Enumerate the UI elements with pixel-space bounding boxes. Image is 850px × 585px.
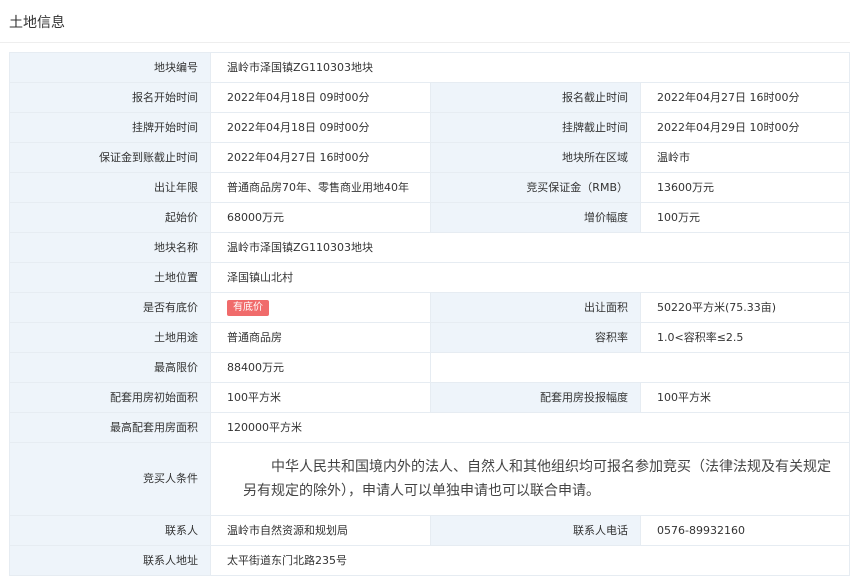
reserve-label: 是否有底价 — [9, 292, 211, 323]
parcel-no-value: 温岭市泽国镇ZG110303地块 — [209, 52, 850, 83]
housing-init-value: 100平方米 — [210, 382, 431, 413]
list-start-label: 挂牌开始时间 — [9, 112, 211, 143]
location-label: 土地位置 — [9, 262, 211, 293]
deposit-deadline-value: 2022年04月27日 16时00分 — [210, 142, 431, 173]
table-row: 最高限价 88400万元 — [9, 352, 850, 383]
max-price-value: 88400万元 — [210, 352, 431, 383]
increment-value: 100万元 — [639, 202, 850, 233]
parcel-no-label: 地块编号 — [9, 52, 211, 83]
use-value: 普通商品房 — [210, 322, 431, 353]
area-value: 50220平方米(75.33亩) — [639, 292, 850, 323]
table-row: 配套用房初始面积 100平方米 配套用房投报幅度 100平方米 — [9, 382, 850, 413]
phone-label: 联系人电话 — [430, 515, 641, 546]
land-info-table: 地块编号 温岭市泽国镇ZG110303地块 报名开始时间 2022年04月18日… — [9, 52, 850, 576]
table-row: 保证金到账截止时间 2022年04月27日 16时00分 地块所在区域 温岭市 — [9, 142, 850, 173]
list-start-value: 2022年04月18日 09时00分 — [210, 112, 431, 143]
reg-end-value: 2022年04月27日 16时00分 — [639, 82, 850, 113]
address-label: 联系人地址 — [9, 545, 211, 576]
contact-value: 温岭市自然资源和规划局 — [210, 515, 431, 546]
start-price-label: 起始价 — [9, 202, 211, 233]
table-row: 起始价 68000万元 增价幅度 100万元 — [9, 202, 850, 233]
list-end-label: 挂牌截止时间 — [430, 112, 641, 143]
table-row: 地块名称 温岭市泽国镇ZG110303地块 — [9, 232, 850, 263]
reg-start-value: 2022年04月18日 09时00分 — [210, 82, 431, 113]
table-row: 竞买人条件 中华人民共和国境内外的法人、自然人和其他组织均可报名参加竞买（法律法… — [9, 442, 850, 516]
table-row: 出让年限 普通商品房70年、零售商业用地40年 竞买保证金（RMB） 13600… — [9, 172, 850, 203]
phone-value: 0576-89932160 — [639, 515, 850, 546]
bidder-cond-cell: 中华人民共和国境内外的法人、自然人和其他组织均可报名参加竞买（法律法规及有关规定… — [209, 442, 850, 516]
reg-end-label: 报名截止时间 — [430, 82, 641, 113]
increment-label: 增价幅度 — [430, 202, 641, 233]
area-label: 出让面积 — [430, 292, 641, 323]
far-label: 容积率 — [430, 322, 641, 353]
location-value: 泽国镇山北村 — [209, 262, 850, 293]
deposit-label: 竞买保证金（RMB） — [430, 172, 641, 203]
parcel-name-value: 温岭市泽国镇ZG110303地块 — [209, 232, 850, 263]
table-row: 联系人 温岭市自然资源和规划局 联系人电话 0576-89932160 — [9, 515, 850, 546]
table-row: 最高配套用房面积 120000平方米 — [9, 412, 850, 443]
housing-max-value: 120000平方米 — [209, 412, 850, 443]
housing-max-label: 最高配套用房面积 — [9, 412, 211, 443]
region-label: 地块所在区域 — [430, 142, 641, 173]
table-row: 联系人地址 太平街道东门北路235号 — [9, 545, 850, 576]
bidder-cond-label: 竞买人条件 — [9, 442, 211, 516]
table-row: 挂牌开始时间 2022年04月18日 09时00分 挂牌截止时间 2022年04… — [9, 112, 850, 143]
housing-bid-value: 100平方米 — [639, 382, 850, 413]
land-info-page: 土地信息 地块编号 温岭市泽国镇ZG110303地块 报名开始时间 2022年0… — [0, 0, 850, 585]
parcel-name-label: 地块名称 — [9, 232, 211, 263]
term-value: 普通商品房70年、零售商业用地40年 — [210, 172, 431, 203]
bidder-cond-value: 中华人民共和国境内外的法人、自然人和其他组织均可报名参加竞买（法律法规及有关规定… — [243, 459, 831, 499]
deposit-deadline-label: 保证金到账截止时间 — [9, 142, 211, 173]
empty-cell — [429, 352, 850, 383]
housing-bid-label: 配套用房投报幅度 — [430, 382, 641, 413]
use-label: 土地用途 — [9, 322, 211, 353]
max-price-label: 最高限价 — [9, 352, 211, 383]
address-value: 太平街道东门北路235号 — [209, 545, 850, 576]
table-row: 土地用途 普通商品房 容积率 1.0<容积率≤2.5 — [9, 322, 850, 353]
table-row: 土地位置 泽国镇山北村 — [9, 262, 850, 293]
term-label: 出让年限 — [9, 172, 211, 203]
reserve-price-badge: 有底价 — [227, 299, 269, 316]
region-value: 温岭市 — [639, 142, 850, 173]
table-row: 报名开始时间 2022年04月18日 09时00分 报名截止时间 2022年04… — [9, 82, 850, 113]
far-value: 1.0<容积率≤2.5 — [639, 322, 850, 353]
section-divider — [0, 42, 850, 43]
table-row: 地块编号 温岭市泽国镇ZG110303地块 — [9, 52, 850, 83]
housing-init-label: 配套用房初始面积 — [9, 382, 211, 413]
list-end-value: 2022年04月29日 10时00分 — [639, 112, 850, 143]
table-row: 是否有底价 有底价 出让面积 50220平方米(75.33亩) — [9, 292, 850, 323]
start-price-value: 68000万元 — [210, 202, 431, 233]
reg-start-label: 报名开始时间 — [9, 82, 211, 113]
contact-label: 联系人 — [9, 515, 211, 546]
reserve-value: 有底价 — [210, 292, 431, 323]
section-title: 土地信息 — [9, 15, 65, 31]
deposit-value: 13600万元 — [639, 172, 850, 203]
